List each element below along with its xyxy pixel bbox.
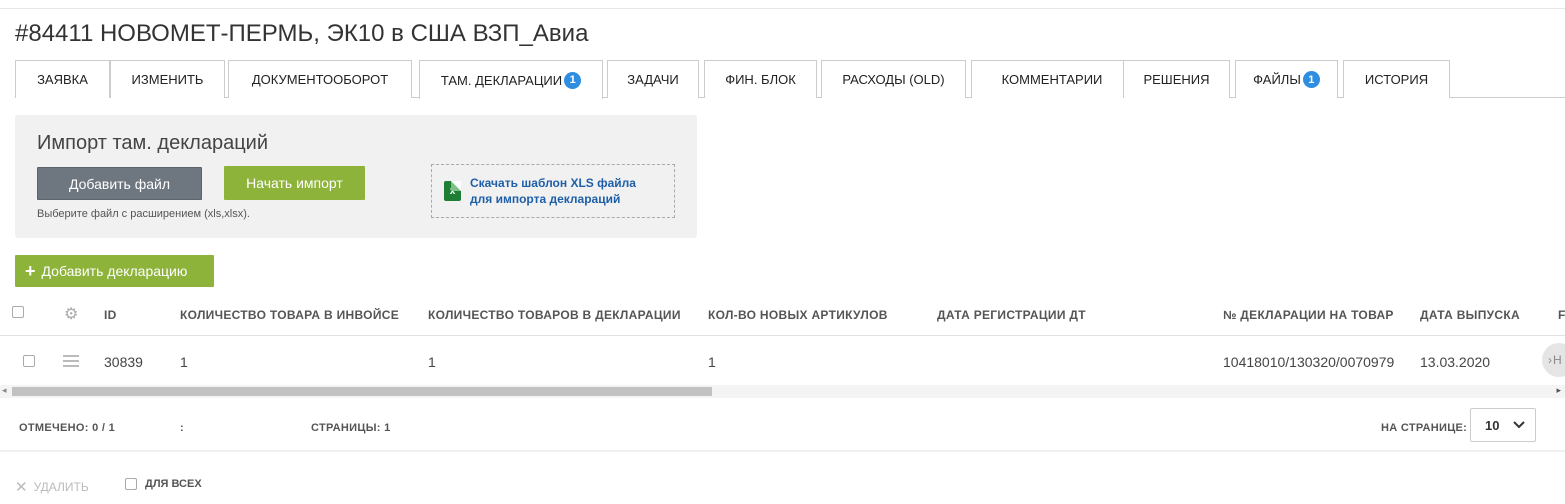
pages-label: СТРАНИЦЫ:: [311, 422, 381, 434]
cell-new-articles: 1: [708, 354, 716, 370]
page-title: #84411 НОВОМЕТ-ПЕРМЬ, ЭК10 в США ВЗП_Ави…: [15, 20, 589, 47]
tab-label: РАСХОДЫ (OLD): [842, 72, 945, 87]
marked-counter: ОТМЕЧЕНО: 0 / 1: [19, 422, 115, 434]
column-header-new-articles[interactable]: КОЛ-ВО НОВЫХ АРТИКУЛОВ: [708, 308, 888, 322]
tab-badge: 1: [564, 71, 582, 89]
tab-label: ИЗМЕНИТЬ: [131, 72, 204, 87]
tab-request[interactable]: ЗАЯВКА: [15, 60, 110, 98]
import-title: Импорт там. деклараций: [37, 132, 269, 154]
tab-history[interactable]: ИСТОРИЯ: [1343, 60, 1450, 98]
column-header-release-date[interactable]: ДАТА ВЫПУСКА: [1420, 308, 1520, 322]
tab-expenses-old[interactable]: РАСХОДЫ (OLD): [821, 60, 966, 98]
tab-document-flow[interactable]: ДОКУМЕНТООБОРОТ: [228, 60, 412, 98]
tab-customs-declarations[interactable]: ТАМ. ДЕКЛАРАЦИИ 1: [419, 60, 603, 99]
column-header-qty-declaration[interactable]: КОЛИЧЕСТВО ТОВАРОВ В ДЕКЛАРАЦИИ: [428, 308, 681, 322]
tab-label: ЗАЯВКА: [37, 72, 88, 87]
pages-value[interactable]: 1: [384, 422, 390, 434]
template-link-text[interactable]: Скачать шаблон XLS файла для импорта дек…: [470, 175, 636, 207]
footer-separator: :: [180, 422, 184, 434]
tab-files[interactable]: ФАЙЛЫ 1: [1235, 60, 1338, 98]
table-header: ⚙ ID КОЛИЧЕСТВО ТОВАРА В ИНВОЙСЕ КОЛИЧЕС…: [0, 296, 1565, 336]
tab-label: ИСТОРИЯ: [1364, 72, 1429, 87]
column-header-declaration-no[interactable]: № ДЕКЛАРАЦИИ НА ТОВАР: [1223, 308, 1394, 322]
per-page-select[interactable]: 10: [1470, 408, 1536, 442]
marked-label: ОТМЕЧЕНО:: [19, 422, 89, 434]
tab-badge: 1: [1302, 71, 1320, 88]
close-icon: ✕: [15, 479, 28, 496]
template-link-line1: Скачать шаблон XLS файла: [470, 176, 636, 190]
scroll-left-arrow-icon[interactable]: ◂: [2, 385, 7, 396]
cell-qty-invoice: 1: [180, 354, 188, 370]
cell-id: 30839: [104, 354, 143, 370]
gear-icon[interactable]: ⚙: [64, 304, 78, 324]
cell-qty-declaration: 1: [428, 354, 436, 370]
scrollbar-thumb[interactable]: [12, 387, 712, 396]
drag-handle-icon[interactable]: [63, 355, 79, 367]
scroll-right-arrow-icon[interactable]: ▸: [1556, 385, 1561, 396]
tab-finance[interactable]: ФИН. БЛОК: [704, 60, 817, 98]
tab-tasks[interactable]: ЗАДАЧИ: [607, 60, 699, 98]
delete-label: УДАЛИТЬ: [33, 480, 89, 494]
start-import-button[interactable]: Начать импорт: [224, 166, 365, 200]
select-all-checkbox[interactable]: [12, 306, 24, 318]
tab-label: ФАЙЛЫ: [1253, 72, 1301, 87]
tab-edit[interactable]: ИЗМЕНИТЬ: [110, 60, 225, 98]
tab-label: ФИН. БЛОК: [725, 72, 796, 87]
tab-decisions[interactable]: РЕШЕНИЯ: [1123, 60, 1230, 98]
tab-bar: ЗАЯВКА ИЗМЕНИТЬ ДОКУМЕНТООБОРОТ ТАМ. ДЕК…: [15, 60, 1565, 99]
per-page-label: НА СТРАНИЦЕ:: [1381, 422, 1468, 434]
tab-label: ЗАДАЧИ: [627, 72, 679, 87]
download-template-link[interactable]: x Скачать шаблон XLS файла для импорта д…: [431, 164, 675, 218]
tab-label: КОММЕНТАРИИ: [1001, 72, 1103, 87]
tab-label: РЕШЕНИЯ: [1143, 72, 1210, 87]
add-file-button[interactable]: Добавить файл: [37, 167, 202, 200]
per-page-value: 10: [1485, 417, 1500, 433]
top-divider: [0, 8, 1565, 9]
chevron-down-icon: [1513, 421, 1525, 429]
column-header-id[interactable]: ID: [104, 308, 117, 322]
add-declaration-button[interactable]: + Добавить декларацию: [15, 255, 214, 287]
xls-icon-letter: x: [449, 185, 456, 197]
delete-button[interactable]: ✕ УДАЛИТЬ: [15, 478, 89, 496]
cell-release-date: 13.03.2020: [1420, 354, 1491, 370]
template-link-line2: для импорта деклараций: [470, 192, 621, 206]
add-declaration-label: Добавить декларацию: [41, 263, 188, 279]
chevron-right-icon: ›: [1548, 353, 1552, 367]
import-panel: Импорт там. деклараций Добавить файл Нач…: [15, 115, 697, 238]
plus-icon: +: [25, 261, 36, 281]
table-footer: ОТМЕЧЕНО: 0 / 1 : СТРАНИЦЫ: 1 НА СТРАНИЦ…: [0, 404, 1565, 452]
column-header-qty-invoice[interactable]: КОЛИЧЕСТВО ТОВАРА В ИНВОЙСЕ: [180, 308, 399, 322]
tab-label: ТАМ. ДЕКЛАРАЦИИ: [440, 72, 563, 88]
for-all-checkbox[interactable]: [125, 478, 137, 490]
column-header-reg-date[interactable]: ДАТА РЕГИСТРАЦИИ ДТ: [937, 308, 1086, 322]
cell-cut-off: Н: [1553, 353, 1562, 367]
pages-counter: СТРАНИЦЫ: 1: [311, 422, 391, 434]
horizontal-scrollbar[interactable]: ◂ ▸: [0, 385, 1565, 398]
row-checkbox[interactable]: [23, 355, 35, 367]
table-row[interactable]: 30839 1 1 1 10418010/130320/0070979 13.0…: [0, 342, 1565, 382]
column-header-cut-off[interactable]: F: [1558, 308, 1565, 322]
for-all-toggle[interactable]: ДЛЯ ВСЕХ: [125, 478, 202, 490]
tab-comments[interactable]: КОММЕНТАРИИ: [971, 60, 1133, 98]
marked-value: 0 / 1: [92, 422, 115, 434]
for-all-label: ДЛЯ ВСЕХ: [145, 478, 202, 490]
tab-label: ДОКУМЕНТООБОРОТ: [251, 72, 389, 87]
cell-declaration-no: 10418010/130320/0070979: [1223, 354, 1395, 370]
file-extension-hint: Выберите файл с расширением (xls,xlsx).: [37, 208, 250, 220]
xls-file-icon: x: [444, 181, 461, 201]
